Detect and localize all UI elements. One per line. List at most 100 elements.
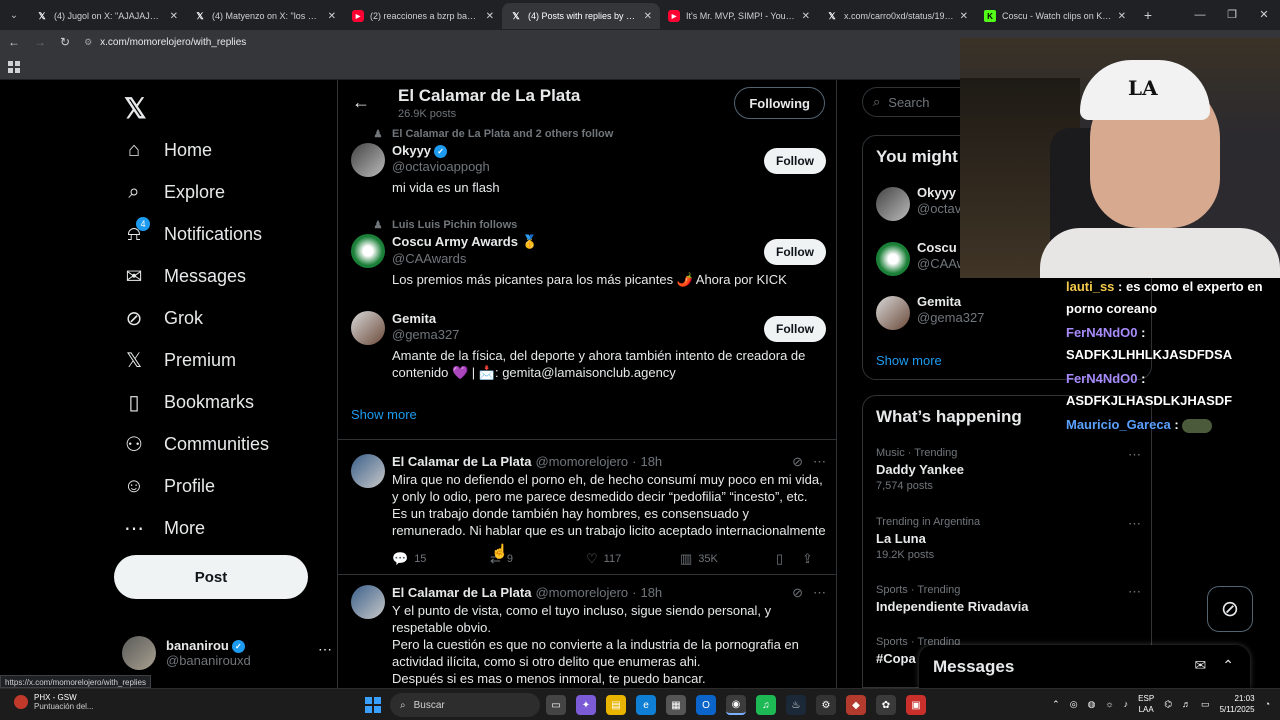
grok-floating-button[interactable]: ⊘ bbox=[1207, 586, 1253, 632]
avatar[interactable] bbox=[351, 143, 385, 177]
more-dots-icon[interactable]: ⋯ bbox=[318, 641, 332, 658]
nav-item-communities[interactable]: ⚇ Communities bbox=[122, 423, 269, 465]
trend-more-icon[interactable]: ⋯ bbox=[1128, 447, 1141, 463]
suggestion-name[interactable]: Gemita bbox=[392, 311, 826, 326]
url-field[interactable]: ⚙ x.com/momorelojero/with_replies bbox=[84, 37, 246, 48]
forward-nav-icon[interactable]: → bbox=[34, 35, 46, 49]
close-tab-icon[interactable]: ✕ bbox=[1118, 11, 1126, 22]
trend-item[interactable]: Sports · Trending Independiente Rivadavi… bbox=[876, 584, 1141, 614]
follow-button[interactable]: Follow bbox=[764, 316, 826, 342]
nav-item-grok[interactable]: ⊘ Grok bbox=[122, 297, 269, 339]
views-action[interactable]: ▥ 35K bbox=[680, 551, 776, 567]
reload-icon[interactable]: ↻ bbox=[60, 35, 70, 49]
battery-icon[interactable]: ▭ bbox=[1201, 699, 1210, 710]
suggestion-item[interactable]: ♟ El Calamar de La Plata and 2 others fol… bbox=[351, 128, 826, 196]
following-button[interactable]: Following bbox=[734, 87, 825, 119]
tweet[interactable]: El Calamar de La Plata @momorelojero · 1… bbox=[351, 454, 826, 567]
avatar[interactable] bbox=[351, 585, 385, 619]
file-explorer-icon[interactable]: ▤ bbox=[606, 695, 626, 715]
app-color-icon[interactable]: ✿ bbox=[876, 695, 896, 715]
share-action[interactable]: ⇪ bbox=[802, 551, 813, 567]
suggestion-name[interactable]: Okyyy bbox=[392, 143, 431, 158]
settings-gear-icon[interactable]: ⚙ bbox=[816, 695, 836, 715]
new-tab-button[interactable]: + bbox=[1134, 7, 1162, 23]
like-action[interactable]: ♡ 117 bbox=[586, 551, 680, 567]
app-shield-icon[interactable]: ◆ bbox=[846, 695, 866, 715]
follow-button[interactable]: Follow bbox=[764, 239, 826, 265]
tray-app-icon[interactable]: ☼ bbox=[1105, 699, 1113, 709]
tab-search-menu-icon[interactable]: ⌄ bbox=[0, 0, 28, 30]
tray-app-icon[interactable]: ◍ bbox=[1088, 699, 1096, 710]
nav-item-more[interactable]: ⋯ More bbox=[122, 507, 269, 549]
close-window-icon[interactable]: ✕ bbox=[1248, 0, 1280, 30]
post-button[interactable]: Post bbox=[114, 555, 308, 599]
suggestion-item[interactable]: ♟ Luis Luis Pichin follows Coscu Army Awa… bbox=[351, 219, 826, 288]
tray-app-icon[interactable]: ◎ bbox=[1070, 699, 1078, 710]
tweet-time[interactable]: 18h bbox=[640, 585, 662, 600]
avatar[interactable] bbox=[351, 311, 385, 345]
nav-item-explore[interactable]: ⌕ Explore bbox=[122, 171, 269, 213]
microphone-icon[interactable]: ♪ bbox=[1124, 699, 1129, 709]
new-message-icon[interactable]: ✉ bbox=[1195, 657, 1207, 674]
bookmark-action[interactable]: ▯ bbox=[776, 551, 802, 567]
browser-tab[interactable]: ▶ It's Mr. MVP, SIMP! - YouTube ✕ bbox=[660, 3, 818, 29]
messages-drawer[interactable]: Messages ✉ ⌃ bbox=[919, 645, 1250, 688]
outlook-icon[interactable]: O bbox=[696, 695, 716, 715]
suggestion-name[interactable]: Coscu Army Awards 🥇 bbox=[392, 234, 826, 250]
close-tab-icon[interactable]: ✕ bbox=[644, 11, 652, 22]
expand-drawer-icon[interactable]: ⌃ bbox=[1222, 657, 1234, 674]
trend-more-icon[interactable]: ⋯ bbox=[1128, 584, 1141, 600]
apps-grid-icon[interactable] bbox=[8, 61, 20, 73]
nav-item-notifications[interactable]: ⍾ 4 Notifications bbox=[122, 213, 269, 255]
input-language[interactable]: ESP LAA bbox=[1138, 693, 1154, 715]
volume-icon[interactable]: ♬ bbox=[1182, 699, 1191, 709]
close-tab-icon[interactable]: ✕ bbox=[328, 11, 336, 22]
account-switcher[interactable]: bananirou ✓ @bananirouxd ⋯ bbox=[122, 633, 332, 673]
browser-tab[interactable]: ▶ (2) reacciones a bzrp bananirou ✕ bbox=[344, 3, 502, 29]
tweet-author-handle[interactable]: @momorelojero bbox=[535, 585, 628, 600]
show-more-link[interactable]: Show more bbox=[351, 407, 417, 422]
avatar[interactable] bbox=[351, 454, 385, 488]
restore-icon[interactable]: ❐ bbox=[1216, 0, 1248, 30]
grok-explain-icon[interactable]: ⊘ bbox=[792, 585, 803, 601]
chevron-up-icon[interactable]: ⌃ bbox=[1052, 699, 1060, 710]
copilot-icon[interactable]: ✦ bbox=[576, 695, 596, 715]
network-icon[interactable]: ⌬ bbox=[1164, 699, 1172, 710]
tweet-more-icon[interactable]: ⋯ bbox=[813, 454, 826, 470]
suggestion-item[interactable]: Gemita @gema327 Amante de la física, del… bbox=[351, 311, 826, 381]
nav-item-home[interactable]: ⌂ Home bbox=[122, 129, 269, 171]
browser-tab[interactable]: 𝕏 (4) Posts with replies by El Cala ✕ bbox=[502, 3, 660, 29]
nav-item-profile[interactable]: ☺ Profile bbox=[122, 465, 269, 507]
windows-start-icon[interactable] bbox=[365, 697, 381, 713]
nav-item-messages[interactable]: ✉ Messages bbox=[122, 255, 269, 297]
nav-item-bookmarks[interactable]: ▯ Bookmarks bbox=[122, 381, 269, 423]
notification-bell-icon[interactable]: ◔ bbox=[1265, 699, 1270, 709]
tweet[interactable]: El Calamar de La Plata @momorelojero · 1… bbox=[351, 585, 826, 687]
tweet-more-icon[interactable]: ⋯ bbox=[813, 585, 826, 601]
minimize-icon[interactable]: — bbox=[1184, 0, 1216, 30]
show-more-link[interactable]: Show more bbox=[876, 353, 942, 368]
close-tab-icon[interactable]: ✕ bbox=[960, 11, 968, 22]
browser-tab[interactable]: K Coscu - Watch clips on Kick ✕ bbox=[976, 3, 1134, 29]
taskbar-search[interactable]: ⌕ Buscar bbox=[390, 693, 540, 717]
close-tab-icon[interactable]: ✕ bbox=[170, 11, 178, 22]
tweet-author-name[interactable]: El Calamar de La Plata bbox=[392, 454, 531, 469]
chrome-icon[interactable]: ◉ bbox=[726, 695, 746, 715]
clock[interactable]: 21:03 5/11/2025 bbox=[1220, 693, 1255, 715]
avatar[interactable] bbox=[351, 234, 385, 268]
tweet-time[interactable]: 18h bbox=[640, 454, 662, 469]
browser-tab[interactable]: 𝕏 (4) Matyenzo on X: "los nuevos ✕ bbox=[186, 3, 344, 29]
follow-button[interactable]: Follow bbox=[764, 148, 826, 174]
tweet-author-handle[interactable]: @momorelojero bbox=[535, 454, 628, 469]
spotify-icon[interactable]: ♫ bbox=[756, 695, 776, 715]
widgets-button[interactable]: PHX - GSW Puntuación del... bbox=[14, 693, 94, 711]
task-view-icon[interactable]: ▭ bbox=[546, 695, 566, 715]
app-stream-icon[interactable]: ▣ bbox=[906, 695, 926, 715]
reply-action[interactable]: 💬 15 bbox=[392, 551, 490, 567]
browser-tab[interactable]: 𝕏 (4) Jugol on X: "AJAJAJAJAJA… ✕ bbox=[28, 3, 186, 29]
back-nav-icon[interactable]: ← bbox=[8, 35, 20, 49]
back-arrow-icon[interactable]: ← bbox=[352, 92, 370, 113]
nav-item-premium[interactable]: 𝕏 Premium bbox=[122, 339, 269, 381]
store-icon[interactable]: ▦ bbox=[666, 695, 686, 715]
trend-item[interactable]: Music · Trending Daddy Yankee 7,574 post… bbox=[876, 447, 1141, 492]
